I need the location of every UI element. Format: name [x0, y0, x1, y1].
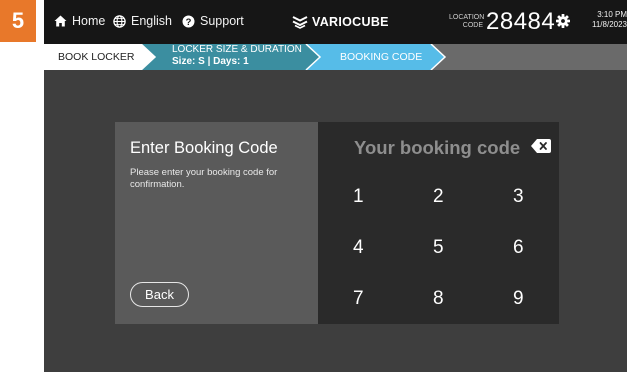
location-code-display: LOCATION CODE 28484 — [449, 6, 555, 38]
location-label-line1: LOCATION — [449, 14, 485, 21]
question-circle-icon: ? — [182, 15, 195, 28]
home-icon — [54, 15, 67, 27]
svg-text:?: ? — [186, 17, 192, 28]
clock: 3:10 PM 11/8/2023 — [587, 10, 627, 30]
booking-info-panel: Enter Booking Code Please enter your boo… — [115, 122, 318, 324]
keypad-key-2[interactable]: 2 — [433, 177, 483, 217]
keypad-key-3[interactable]: 3 — [513, 177, 563, 217]
keypad-key-1[interactable]: 1 — [353, 177, 403, 217]
step-number-badge: 5 — [0, 0, 36, 42]
settings-button[interactable] — [556, 14, 570, 33]
brand-name: VARIOCUBE — [312, 15, 389, 29]
keypad-key-5[interactable]: 5 — [433, 228, 483, 268]
breadcrumb-step-book-locker[interactable]: BOOK LOCKER — [58, 51, 134, 63]
keypad-key-9[interactable]: 9 — [513, 279, 563, 319]
globe-icon — [113, 14, 126, 28]
backspace-button[interactable] — [531, 139, 551, 158]
clock-time: 3:10 PM — [597, 10, 627, 19]
booking-code-input[interactable]: Your booking code — [354, 137, 520, 159]
variocube-logo-icon — [292, 16, 308, 29]
breadcrumb-step2-detail: Size: S | Days: 1 — [172, 56, 249, 67]
home-label: Home — [72, 14, 106, 28]
support-button[interactable]: ? Support — [182, 14, 244, 28]
breadcrumb-step-locker-size[interactable]: LOCKER SIZE & DURATION Size: S | Days: 1 — [172, 44, 302, 68]
language-button[interactable]: English — [113, 14, 172, 28]
keypad-key-7[interactable]: 7 — [353, 279, 403, 319]
gear-icon — [556, 14, 570, 28]
breadcrumb-step2-title: LOCKER SIZE & DURATION — [172, 44, 302, 55]
home-button[interactable]: Home — [54, 14, 105, 28]
page-subtitle: Please enter your booking code for confi… — [130, 167, 278, 190]
support-label: Support — [200, 14, 244, 28]
location-code-label: LOCATION CODE — [449, 14, 485, 30]
clock-date: 11/8/2023 — [592, 20, 627, 29]
location-label-line2: CODE — [462, 22, 483, 29]
keypad-panel: Your booking code 1 2 3 4 5 6 7 8 9 — [318, 122, 559, 324]
top-bar: Home English ? Support VARIOCUBE LOCATIO… — [44, 0, 627, 44]
kiosk-screen: Home English ? Support VARIOCUBE LOCATIO… — [44, 0, 627, 372]
location-code-value: 28484 — [486, 8, 556, 35]
language-label: English — [131, 14, 172, 28]
breadcrumb: BOOK LOCKER LOCKER SIZE & DURATION Size:… — [44, 44, 627, 70]
keypad-key-4[interactable]: 4 — [353, 228, 403, 268]
page-title: Enter Booking Code — [130, 139, 278, 157]
backspace-icon — [531, 139, 551, 153]
back-button[interactable]: Back — [130, 282, 189, 307]
brand-logo: VARIOCUBE — [292, 0, 389, 44]
keypad-key-6[interactable]: 6 — [513, 228, 563, 268]
keypad-key-8[interactable]: 8 — [433, 279, 483, 319]
breadcrumb-step-booking-code: BOOKING CODE — [340, 51, 423, 63]
